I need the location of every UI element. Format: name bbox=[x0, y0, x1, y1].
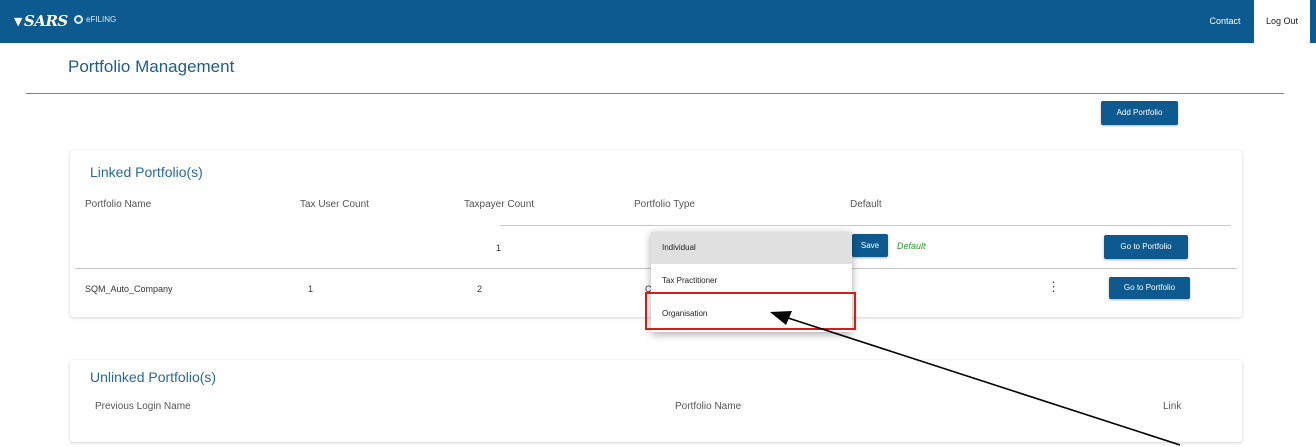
contact-link[interactable]: Contact bbox=[1199, 0, 1251, 43]
go-to-portfolio-button[interactable]: Go to Portfolio bbox=[1109, 277, 1190, 299]
linked-portfolios-title: Linked Portfolio(s) bbox=[90, 164, 203, 180]
col-taxpayer-count: Taxpayer Count bbox=[464, 199, 535, 210]
col-link: Link bbox=[1163, 401, 1182, 412]
default-label: Default bbox=[897, 241, 926, 251]
col-tax-user-count: Tax User Count bbox=[300, 199, 369, 210]
col-portfolio-name: Portfolio Name bbox=[85, 199, 152, 210]
row2-taxpayer-count: 2 bbox=[477, 284, 483, 294]
title-divider bbox=[26, 93, 1284, 94]
sars-chevron-icon: ▼ bbox=[14, 14, 22, 28]
col-unlinked-portfolio-name: Portfolio Name bbox=[675, 401, 742, 412]
col-portfolio-type: Portfolio Type bbox=[634, 199, 695, 210]
logout-button[interactable]: Log Out bbox=[1254, 0, 1310, 43]
efiling-logo-text: eFILING bbox=[86, 15, 117, 24]
unlinked-portfolios-title: Unlinked Portfolio(s) bbox=[90, 369, 217, 385]
add-portfolio-button[interactable]: Add Portfolio bbox=[1101, 101, 1178, 125]
annotation-highlight-box bbox=[645, 292, 856, 330]
col-previous-login-name: Previous Login Name bbox=[95, 401, 191, 412]
row1-taxpayer-count: 1 bbox=[496, 243, 502, 253]
save-button[interactable]: Save bbox=[852, 234, 888, 257]
dropdown-option-individual[interactable]: Individual bbox=[651, 232, 852, 264]
efiling-logo: eFILING bbox=[74, 15, 116, 24]
row2-portfolio-name: SQM_Auto_Company bbox=[85, 284, 173, 294]
row-divider bbox=[500, 225, 1231, 226]
more-options-icon[interactable]: ⋮ bbox=[1047, 280, 1060, 293]
sars-logo-text: SARS bbox=[23, 12, 68, 30]
go-to-portfolio-button[interactable]: Go to Portfolio bbox=[1104, 235, 1188, 259]
unlinked-portfolios-card bbox=[70, 360, 1242, 442]
col-default: Default bbox=[850, 199, 882, 210]
top-navbar bbox=[0, 0, 1316, 43]
row2-tax-user-count: 1 bbox=[308, 284, 314, 294]
page-title: Portfolio Management bbox=[68, 57, 235, 76]
efiling-e-icon bbox=[74, 15, 83, 24]
sars-logo[interactable]: ▼ SARS bbox=[14, 12, 68, 30]
